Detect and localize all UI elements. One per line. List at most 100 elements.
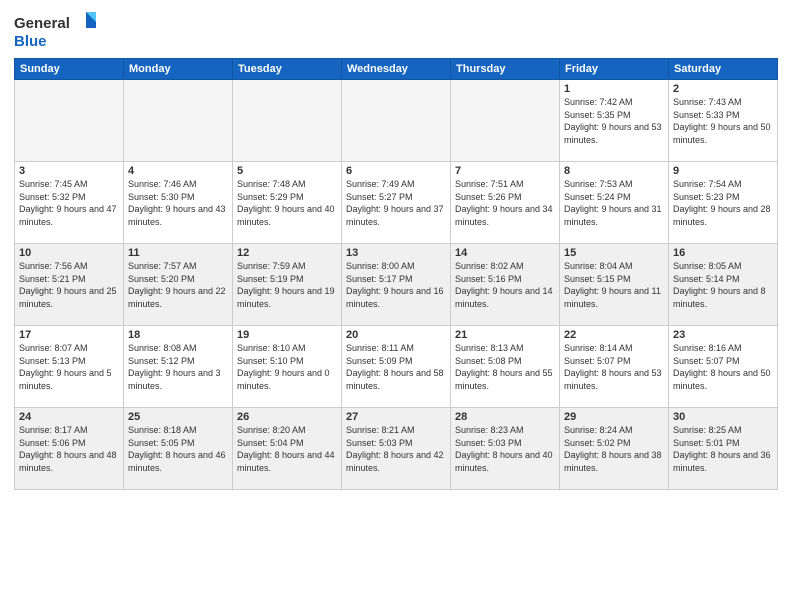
day-number: 2: [673, 83, 773, 95]
day-number: 23: [673, 329, 773, 341]
weekday-header-sunday: Sunday: [15, 59, 124, 80]
day-number: 19: [237, 329, 337, 341]
day-number: 29: [564, 411, 664, 423]
day-number: 11: [128, 247, 228, 259]
svg-text:General: General: [14, 15, 70, 32]
week-row-2: 10Sunrise: 7:56 AM Sunset: 5:21 PM Dayli…: [15, 244, 778, 326]
day-info: Sunrise: 7:45 AM Sunset: 5:32 PM Dayligh…: [19, 178, 119, 228]
header: General Blue: [14, 10, 778, 52]
calendar-cell: 25Sunrise: 8:18 AM Sunset: 5:05 PM Dayli…: [124, 408, 233, 490]
day-info: Sunrise: 8:25 AM Sunset: 5:01 PM Dayligh…: [673, 424, 773, 474]
logo-svg: General Blue: [14, 10, 104, 52]
day-info: Sunrise: 7:59 AM Sunset: 5:19 PM Dayligh…: [237, 260, 337, 310]
day-number: 14: [455, 247, 555, 259]
day-number: 17: [19, 329, 119, 341]
calendar-cell: 12Sunrise: 7:59 AM Sunset: 5:19 PM Dayli…: [233, 244, 342, 326]
day-number: 30: [673, 411, 773, 423]
day-number: 8: [564, 165, 664, 177]
week-row-0: 1Sunrise: 7:42 AM Sunset: 5:35 PM Daylig…: [15, 80, 778, 162]
calendar-cell: [124, 80, 233, 162]
day-number: 7: [455, 165, 555, 177]
calendar-cell: 21Sunrise: 8:13 AM Sunset: 5:08 PM Dayli…: [451, 326, 560, 408]
day-number: 22: [564, 329, 664, 341]
weekday-header-thursday: Thursday: [451, 59, 560, 80]
calendar-cell: 7Sunrise: 7:51 AM Sunset: 5:26 PM Daylig…: [451, 162, 560, 244]
week-row-4: 24Sunrise: 8:17 AM Sunset: 5:06 PM Dayli…: [15, 408, 778, 490]
day-info: Sunrise: 8:07 AM Sunset: 5:13 PM Dayligh…: [19, 342, 119, 392]
day-info: Sunrise: 8:18 AM Sunset: 5:05 PM Dayligh…: [128, 424, 228, 474]
calendar-cell: 9Sunrise: 7:54 AM Sunset: 5:23 PM Daylig…: [669, 162, 778, 244]
calendar-cell: 15Sunrise: 8:04 AM Sunset: 5:15 PM Dayli…: [560, 244, 669, 326]
calendar-cell: 13Sunrise: 8:00 AM Sunset: 5:17 PM Dayli…: [342, 244, 451, 326]
weekday-header-saturday: Saturday: [669, 59, 778, 80]
svg-text:Blue: Blue: [14, 33, 47, 50]
calendar-cell: 23Sunrise: 8:16 AM Sunset: 5:07 PM Dayli…: [669, 326, 778, 408]
day-info: Sunrise: 7:46 AM Sunset: 5:30 PM Dayligh…: [128, 178, 228, 228]
calendar-cell: 18Sunrise: 8:08 AM Sunset: 5:12 PM Dayli…: [124, 326, 233, 408]
calendar-cell: 30Sunrise: 8:25 AM Sunset: 5:01 PM Dayli…: [669, 408, 778, 490]
calendar-cell: 3Sunrise: 7:45 AM Sunset: 5:32 PM Daylig…: [15, 162, 124, 244]
calendar-cell: 27Sunrise: 8:21 AM Sunset: 5:03 PM Dayli…: [342, 408, 451, 490]
calendar-cell: 5Sunrise: 7:48 AM Sunset: 5:29 PM Daylig…: [233, 162, 342, 244]
weekday-header-tuesday: Tuesday: [233, 59, 342, 80]
day-info: Sunrise: 7:53 AM Sunset: 5:24 PM Dayligh…: [564, 178, 664, 228]
weekday-header-wednesday: Wednesday: [342, 59, 451, 80]
logo: General Blue: [14, 10, 104, 52]
day-info: Sunrise: 8:23 AM Sunset: 5:03 PM Dayligh…: [455, 424, 555, 474]
day-info: Sunrise: 8:08 AM Sunset: 5:12 PM Dayligh…: [128, 342, 228, 392]
calendar-cell: 14Sunrise: 8:02 AM Sunset: 5:16 PM Dayli…: [451, 244, 560, 326]
calendar-table: SundayMondayTuesdayWednesdayThursdayFrid…: [14, 58, 778, 490]
day-info: Sunrise: 7:57 AM Sunset: 5:20 PM Dayligh…: [128, 260, 228, 310]
day-number: 15: [564, 247, 664, 259]
calendar-cell: [342, 80, 451, 162]
day-info: Sunrise: 8:10 AM Sunset: 5:10 PM Dayligh…: [237, 342, 337, 392]
day-number: 26: [237, 411, 337, 423]
calendar-cell: [15, 80, 124, 162]
day-number: 5: [237, 165, 337, 177]
day-number: 9: [673, 165, 773, 177]
calendar-header: SundayMondayTuesdayWednesdayThursdayFrid…: [15, 59, 778, 80]
calendar-cell: 2Sunrise: 7:43 AM Sunset: 5:33 PM Daylig…: [669, 80, 778, 162]
day-info: Sunrise: 7:43 AM Sunset: 5:33 PM Dayligh…: [673, 96, 773, 146]
calendar-cell: 8Sunrise: 7:53 AM Sunset: 5:24 PM Daylig…: [560, 162, 669, 244]
day-number: 28: [455, 411, 555, 423]
day-info: Sunrise: 8:13 AM Sunset: 5:08 PM Dayligh…: [455, 342, 555, 392]
week-row-1: 3Sunrise: 7:45 AM Sunset: 5:32 PM Daylig…: [15, 162, 778, 244]
day-info: Sunrise: 8:20 AM Sunset: 5:04 PM Dayligh…: [237, 424, 337, 474]
calendar-body: 1Sunrise: 7:42 AM Sunset: 5:35 PM Daylig…: [15, 80, 778, 490]
day-info: Sunrise: 8:11 AM Sunset: 5:09 PM Dayligh…: [346, 342, 446, 392]
day-number: 3: [19, 165, 119, 177]
day-number: 4: [128, 165, 228, 177]
calendar-cell: 20Sunrise: 8:11 AM Sunset: 5:09 PM Dayli…: [342, 326, 451, 408]
calendar-cell: [451, 80, 560, 162]
day-number: 27: [346, 411, 446, 423]
day-info: Sunrise: 8:16 AM Sunset: 5:07 PM Dayligh…: [673, 342, 773, 392]
day-info: Sunrise: 7:49 AM Sunset: 5:27 PM Dayligh…: [346, 178, 446, 228]
day-number: 16: [673, 247, 773, 259]
calendar-cell: 29Sunrise: 8:24 AM Sunset: 5:02 PM Dayli…: [560, 408, 669, 490]
day-info: Sunrise: 7:56 AM Sunset: 5:21 PM Dayligh…: [19, 260, 119, 310]
week-row-3: 17Sunrise: 8:07 AM Sunset: 5:13 PM Dayli…: [15, 326, 778, 408]
day-number: 18: [128, 329, 228, 341]
day-number: 12: [237, 247, 337, 259]
weekday-header-row: SundayMondayTuesdayWednesdayThursdayFrid…: [15, 59, 778, 80]
day-info: Sunrise: 8:17 AM Sunset: 5:06 PM Dayligh…: [19, 424, 119, 474]
calendar-cell: 11Sunrise: 7:57 AM Sunset: 5:20 PM Dayli…: [124, 244, 233, 326]
calendar-cell: 28Sunrise: 8:23 AM Sunset: 5:03 PM Dayli…: [451, 408, 560, 490]
day-info: Sunrise: 7:42 AM Sunset: 5:35 PM Dayligh…: [564, 96, 664, 146]
day-number: 20: [346, 329, 446, 341]
calendar-cell: 22Sunrise: 8:14 AM Sunset: 5:07 PM Dayli…: [560, 326, 669, 408]
day-info: Sunrise: 7:48 AM Sunset: 5:29 PM Dayligh…: [237, 178, 337, 228]
day-number: 25: [128, 411, 228, 423]
day-info: Sunrise: 7:51 AM Sunset: 5:26 PM Dayligh…: [455, 178, 555, 228]
day-info: Sunrise: 8:04 AM Sunset: 5:15 PM Dayligh…: [564, 260, 664, 310]
day-info: Sunrise: 8:21 AM Sunset: 5:03 PM Dayligh…: [346, 424, 446, 474]
calendar-cell: 17Sunrise: 8:07 AM Sunset: 5:13 PM Dayli…: [15, 326, 124, 408]
calendar-cell: 6Sunrise: 7:49 AM Sunset: 5:27 PM Daylig…: [342, 162, 451, 244]
day-number: 6: [346, 165, 446, 177]
day-number: 24: [19, 411, 119, 423]
calendar-cell: 10Sunrise: 7:56 AM Sunset: 5:21 PM Dayli…: [15, 244, 124, 326]
day-info: Sunrise: 8:05 AM Sunset: 5:14 PM Dayligh…: [673, 260, 773, 310]
day-info: Sunrise: 7:54 AM Sunset: 5:23 PM Dayligh…: [673, 178, 773, 228]
calendar-cell: [233, 80, 342, 162]
